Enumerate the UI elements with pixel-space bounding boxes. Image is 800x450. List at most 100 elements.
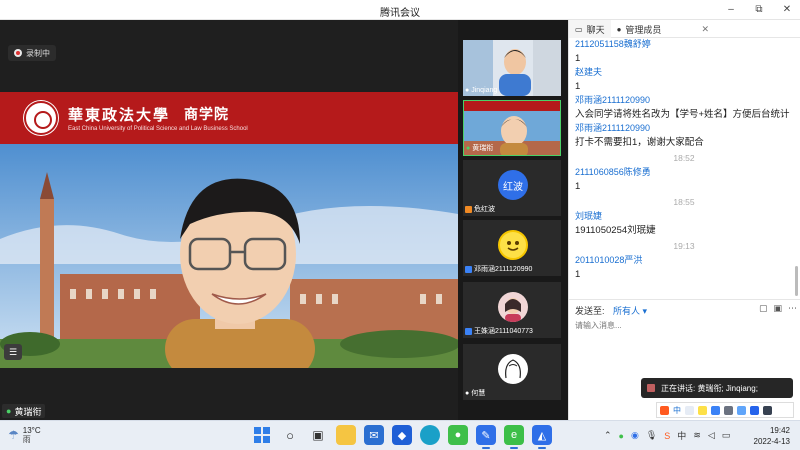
mic-icon[interactable] <box>711 405 720 415</box>
participant-list: ● Jinqiang ● 黄瑞衔 红波 危红波 邓雨涵2111120990 王姝… <box>458 20 568 420</box>
sketch-avatar <box>505 359 521 379</box>
recording-icon <box>14 49 22 57</box>
tray-app-icon[interactable]: ◉ <box>631 430 639 441</box>
university-seal-icon <box>24 101 58 135</box>
system-tray: ⌃ ● ◉ 🎙︎ S 中 ≋ ◁ ▭ <box>604 429 730 442</box>
speaker-icon <box>647 384 655 392</box>
chat-icon: ▭ <box>575 24 583 34</box>
skin-icon[interactable] <box>737 405 746 415</box>
chat-message: 打卡不需要扣1，谢谢大家配合 <box>575 137 704 148</box>
tab-label: 管理成员 <box>625 24 662 35</box>
microphone-icon: ● <box>465 389 470 397</box>
rain-icon: ☂ <box>8 428 19 442</box>
windows-logo-icon <box>254 427 270 443</box>
speaker-name-tag: ● 黄瑞衔 <box>2 404 46 418</box>
emoji-icon[interactable] <box>698 405 707 415</box>
ime-lang[interactable]: 中 <box>673 405 681 416</box>
side-panel: ▭ 聊天 ● 管理成员 ✕ 2112051158魏舒婷 1 赵建夫 1 邓雨涵21111… <box>568 20 800 420</box>
chat-timestamp: 18:52 <box>673 153 695 163</box>
chat-scrollbar[interactable] <box>795 266 798 296</box>
app-icon-blue[interactable]: ◆ <box>392 425 412 445</box>
weather-widget[interactable]: ☂ 13°C 雨 <box>8 426 41 444</box>
main-video-area[interactable]: 录制中 華東政法大學 商学院 East China University of … <box>0 20 458 420</box>
member-list-button[interactable]: ☰ <box>4 344 22 360</box>
file-explorer-icon[interactable] <box>336 425 356 445</box>
participant-name: 王姝涵2111040773 <box>474 328 533 335</box>
search-icon[interactable]: ○ <box>280 425 300 445</box>
participant-tile[interactable]: 红波 危红波 <box>463 160 561 216</box>
participant-name: 邓雨涵2111120990 <box>474 266 533 273</box>
chat-message: 1 <box>575 269 581 280</box>
volume-icon[interactable]: ◁ <box>708 430 715 441</box>
tencent-meeting-icon[interactable]: ◭ <box>532 425 552 449</box>
microphone-icon: ● <box>6 406 12 416</box>
avatar-text: 红波 <box>503 181 523 193</box>
grid-icon[interactable] <box>763 405 772 415</box>
mic-tray-icon[interactable]: 🎙︎ <box>646 430 657 441</box>
writing-app-icon[interactable]: ✎ <box>476 425 496 449</box>
toolbox-icon[interactable] <box>750 405 759 415</box>
ime-tray-icon[interactable]: 中 <box>677 429 686 442</box>
muted-icon <box>465 327 472 335</box>
file-icon[interactable]: ▢ <box>759 303 768 314</box>
wifi-icon[interactable]: ≋ <box>693 430 701 441</box>
taskbar: ☂ 13°C 雨 ○ ▣ ✉ ◆ ● ✎ e ◭ ⌃ ● ◉ 🎙︎ S 中 ≋ … <box>0 420 800 450</box>
window-title: 腾讯会议 <box>380 8 420 19</box>
avatar: 红波 <box>498 170 528 200</box>
participant-name: Jinqiang <box>471 87 498 94</box>
participant-name: 危红波 <box>474 206 495 213</box>
users-icon: ● <box>616 24 622 34</box>
campus-background <box>0 144 458 368</box>
chat-sender[interactable]: 2011010028严洪 <box>575 254 793 267</box>
chat-sender[interactable]: 2111060856陈修勇 <box>575 166 793 179</box>
recording-label: 录制中 <box>26 48 50 58</box>
tab-chat[interactable]: ▭ 聊天 <box>569 20 611 38</box>
green-app-icon[interactable]: e <box>504 425 524 449</box>
chat-message: 1 <box>575 181 581 192</box>
tab-manage-members[interactable]: ● 管理成员 <box>611 20 668 38</box>
chat-timestamp: 18:55 <box>673 197 695 207</box>
wechat-icon[interactable]: ● <box>448 425 468 445</box>
participant-tile[interactable]: ● Jinqiang <box>463 40 561 96</box>
task-view-icon[interactable]: ▣ <box>308 425 328 445</box>
screenshot-icon[interactable]: ▣ <box>773 303 782 314</box>
chat-sender[interactable]: 邓雨涵2111120990 <box>575 122 793 135</box>
participant-tile[interactable]: 邓雨涵2111120990 <box>463 220 561 276</box>
clock-date: 2022-4-13 <box>753 437 790 446</box>
sogou-tray-icon[interactable]: S <box>664 431 670 441</box>
banner-university-english: East China University of Political Scien… <box>68 126 248 132</box>
participant-tile[interactable]: ● 黄瑞衔 <box>463 100 561 156</box>
chat-sender[interactable]: 2112051158魏舒婷 <box>575 38 793 51</box>
microphone-icon: ● <box>466 144 471 152</box>
mail-icon[interactable]: ✉ <box>364 425 384 445</box>
app-tray-icon[interactable]: ● <box>619 431 624 441</box>
recording-badge[interactable]: 录制中 <box>8 45 56 61</box>
chat-sender[interactable]: 邓雨涵2111120990 <box>575 94 793 107</box>
chat-messages[interactable]: 2112051158魏舒婷 1 赵建夫 1 邓雨涵2111120990 入会同学请将姓名改… <box>575 38 793 303</box>
chevron-up-icon[interactable]: ⌃ <box>604 430 612 441</box>
speaking-indicator: 正在讲话: 黄瑞衔; Jinqiang; <box>641 378 793 398</box>
more-icon[interactable]: ⋯ <box>788 303 797 314</box>
minimize-button[interactable]: – <box>724 2 738 18</box>
chat-timestamp: 19:13 <box>673 241 695 251</box>
chat-message: 1 <box>575 81 581 92</box>
message-input[interactable] <box>575 315 795 335</box>
punctuation-icon[interactable] <box>685 405 694 415</box>
keyboard-icon[interactable] <box>724 405 733 415</box>
participant-tile[interactable]: ● 何慧 <box>463 344 561 400</box>
close-panel-button[interactable]: ✕ <box>695 20 715 38</box>
ime-toolbar[interactable]: 中 <box>656 402 794 418</box>
clock[interactable]: 19:42 2022-4-13 <box>754 425 790 447</box>
edge-icon[interactable] <box>420 425 440 445</box>
close-window-button[interactable]: ✕ <box>780 2 794 18</box>
battery-icon[interactable]: ▭ <box>722 430 731 441</box>
avatar <box>498 354 528 384</box>
chat-message: 1911050254刘珉婕 <box>575 225 656 236</box>
emoji-avatar <box>498 230 528 260</box>
chat-sender[interactable]: 赵建夫 <box>575 66 793 79</box>
chat-sender[interactable]: 刘珉婕 <box>575 210 793 223</box>
start-icon[interactable] <box>252 425 272 445</box>
chat-message: 1 <box>575 53 581 64</box>
participant-tile[interactable]: 王姝涵2111040773 <box>463 282 561 338</box>
maximize-button[interactable]: ⧉ <box>752 2 766 18</box>
